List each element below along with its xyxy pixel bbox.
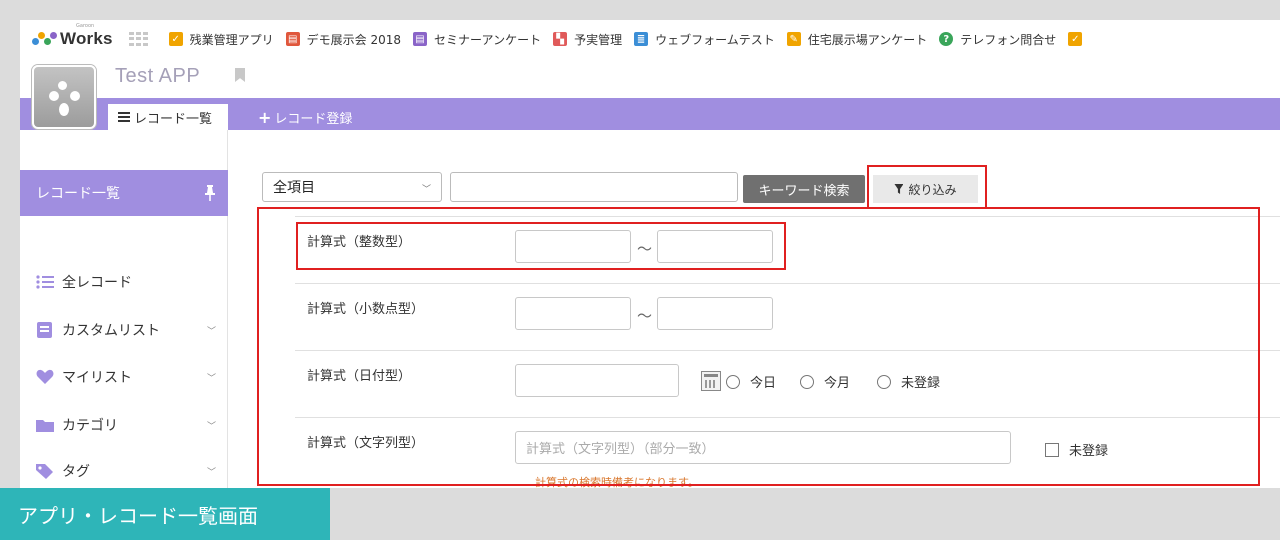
app-link-more[interactable]: ✓ xyxy=(1068,32,1089,46)
sidebar-item-label: カスタムリスト xyxy=(62,323,160,339)
check-icon: ✓ xyxy=(1068,32,1083,46)
folder-icon xyxy=(36,420,54,432)
app-grid-icon[interactable] xyxy=(128,32,149,46)
app-link-demo-expo[interactable]: ▤ デモ展示会 2018 xyxy=(285,31,402,48)
list-icon xyxy=(36,275,54,289)
app-link-label: ウェブフォームテスト xyxy=(655,32,775,47)
app-link-label: セミナーアンケート xyxy=(434,32,542,47)
logo-text: Works xyxy=(60,29,113,48)
tab-record-list-label: レコード一覧 xyxy=(134,111,213,127)
app-link-label: 住宅展示場アンケート xyxy=(807,32,928,47)
highlight-filter-tab xyxy=(867,165,987,209)
sidebar-item-label: タグ xyxy=(62,464,90,480)
search-field-select[interactable]: 全項目 ﹀ xyxy=(262,172,442,202)
sidebar-item-label: カテゴリ xyxy=(62,418,118,434)
sidebar-item-custom-list[interactable]: カスタムリスト ﹀ xyxy=(36,320,216,340)
app-link-seminar[interactable]: ▤ セミナーアンケート xyxy=(413,31,541,48)
sidebar-record-list-label: レコード一覧 xyxy=(36,186,120,202)
app-link-label: デモ展示会 2018 xyxy=(306,32,402,47)
logo-subtext: Garoon xyxy=(76,23,95,29)
app-link-webform[interactable]: ≣ ウェブフォームテスト xyxy=(634,31,775,48)
bookmark-icon[interactable] xyxy=(235,68,245,82)
app-link-overtime[interactable]: ✓ 残業管理アプリ xyxy=(168,31,274,48)
chevron-down-icon: ﹀ xyxy=(206,467,216,478)
sidebar: レコード一覧 全レコード カスタムリスト ﹀ マイリスト ﹀ カテゴリ ﹀ タグ… xyxy=(20,130,228,488)
search-input[interactable] xyxy=(450,172,738,202)
app-link-housing[interactable]: ✎ 住宅展示場アンケート xyxy=(786,31,928,48)
app-link-label: テレフォン問合せ xyxy=(960,32,1057,47)
app-window: Garoon Works ✓ 残業管理アプリ ▤ デモ展示会 2018 ▤ セミ… xyxy=(20,20,1280,488)
logo-mark-icon xyxy=(30,30,60,48)
book-icon xyxy=(37,322,52,338)
tab-record-register[interactable]: + レコード登録 xyxy=(258,104,352,130)
chevron-down-icon: ﹀ xyxy=(421,185,431,195)
app-link-budget[interactable]: ▚ 予実管理 xyxy=(553,31,622,48)
search-field-value: 全項目 xyxy=(273,180,315,196)
app-icon xyxy=(32,65,96,129)
sidebar-item-category[interactable]: カテゴリ ﹀ xyxy=(36,415,216,435)
sidebar-item-my-list[interactable]: マイリスト ﹀ xyxy=(36,367,216,387)
tab-record-register-label: レコード登録 xyxy=(274,111,353,127)
sidebar-record-list[interactable]: レコード一覧 xyxy=(20,170,228,216)
doc-icon: ▤ xyxy=(413,32,428,46)
sidebar-item-all-records[interactable]: 全レコード xyxy=(36,272,216,292)
form-icon: ≣ xyxy=(634,32,649,46)
app-link-label: 予実管理 xyxy=(574,32,623,47)
chevron-down-icon: ﹀ xyxy=(206,421,216,432)
tab-bar: レコード一覧 + レコード登録 xyxy=(20,98,1280,130)
caption-banner: アプリ・レコード一覧画面 xyxy=(0,488,330,540)
pin-icon[interactable] xyxy=(204,185,216,201)
note-icon: ✎ xyxy=(786,32,801,46)
chevron-down-icon: ﹀ xyxy=(206,326,216,337)
list-icon xyxy=(118,112,130,122)
sidebar-item-label: マイリスト xyxy=(62,370,132,386)
tag-icon xyxy=(36,464,53,479)
sidebar-item-tag[interactable]: タグ ﹀ xyxy=(36,461,216,481)
doc-icon: ▤ xyxy=(285,32,300,46)
heart-icon xyxy=(36,369,54,384)
sidebar-item-label: 全レコード xyxy=(62,275,132,291)
app-link-telephone[interactable]: ? テレフォン問合せ xyxy=(939,31,1056,48)
works-logo[interactable]: Garoon Works xyxy=(30,23,113,49)
keyword-search-button[interactable]: キーワード検索 xyxy=(743,175,865,203)
top-nav: Garoon Works ✓ 残業管理アプリ ▤ デモ展示会 2018 ▤ セミ… xyxy=(20,20,1280,58)
question-icon: ? xyxy=(939,32,954,46)
highlight-integer-row xyxy=(296,222,786,270)
chart-icon: ▚ xyxy=(553,32,568,46)
app-title: Test APP xyxy=(115,65,201,87)
check-icon: ✓ xyxy=(168,32,183,46)
app-link-label: 残業管理アプリ xyxy=(189,32,274,47)
plus-icon: + xyxy=(258,107,272,127)
tab-record-list[interactable]: レコード一覧 xyxy=(108,104,228,130)
chevron-down-icon: ﹀ xyxy=(206,373,216,384)
